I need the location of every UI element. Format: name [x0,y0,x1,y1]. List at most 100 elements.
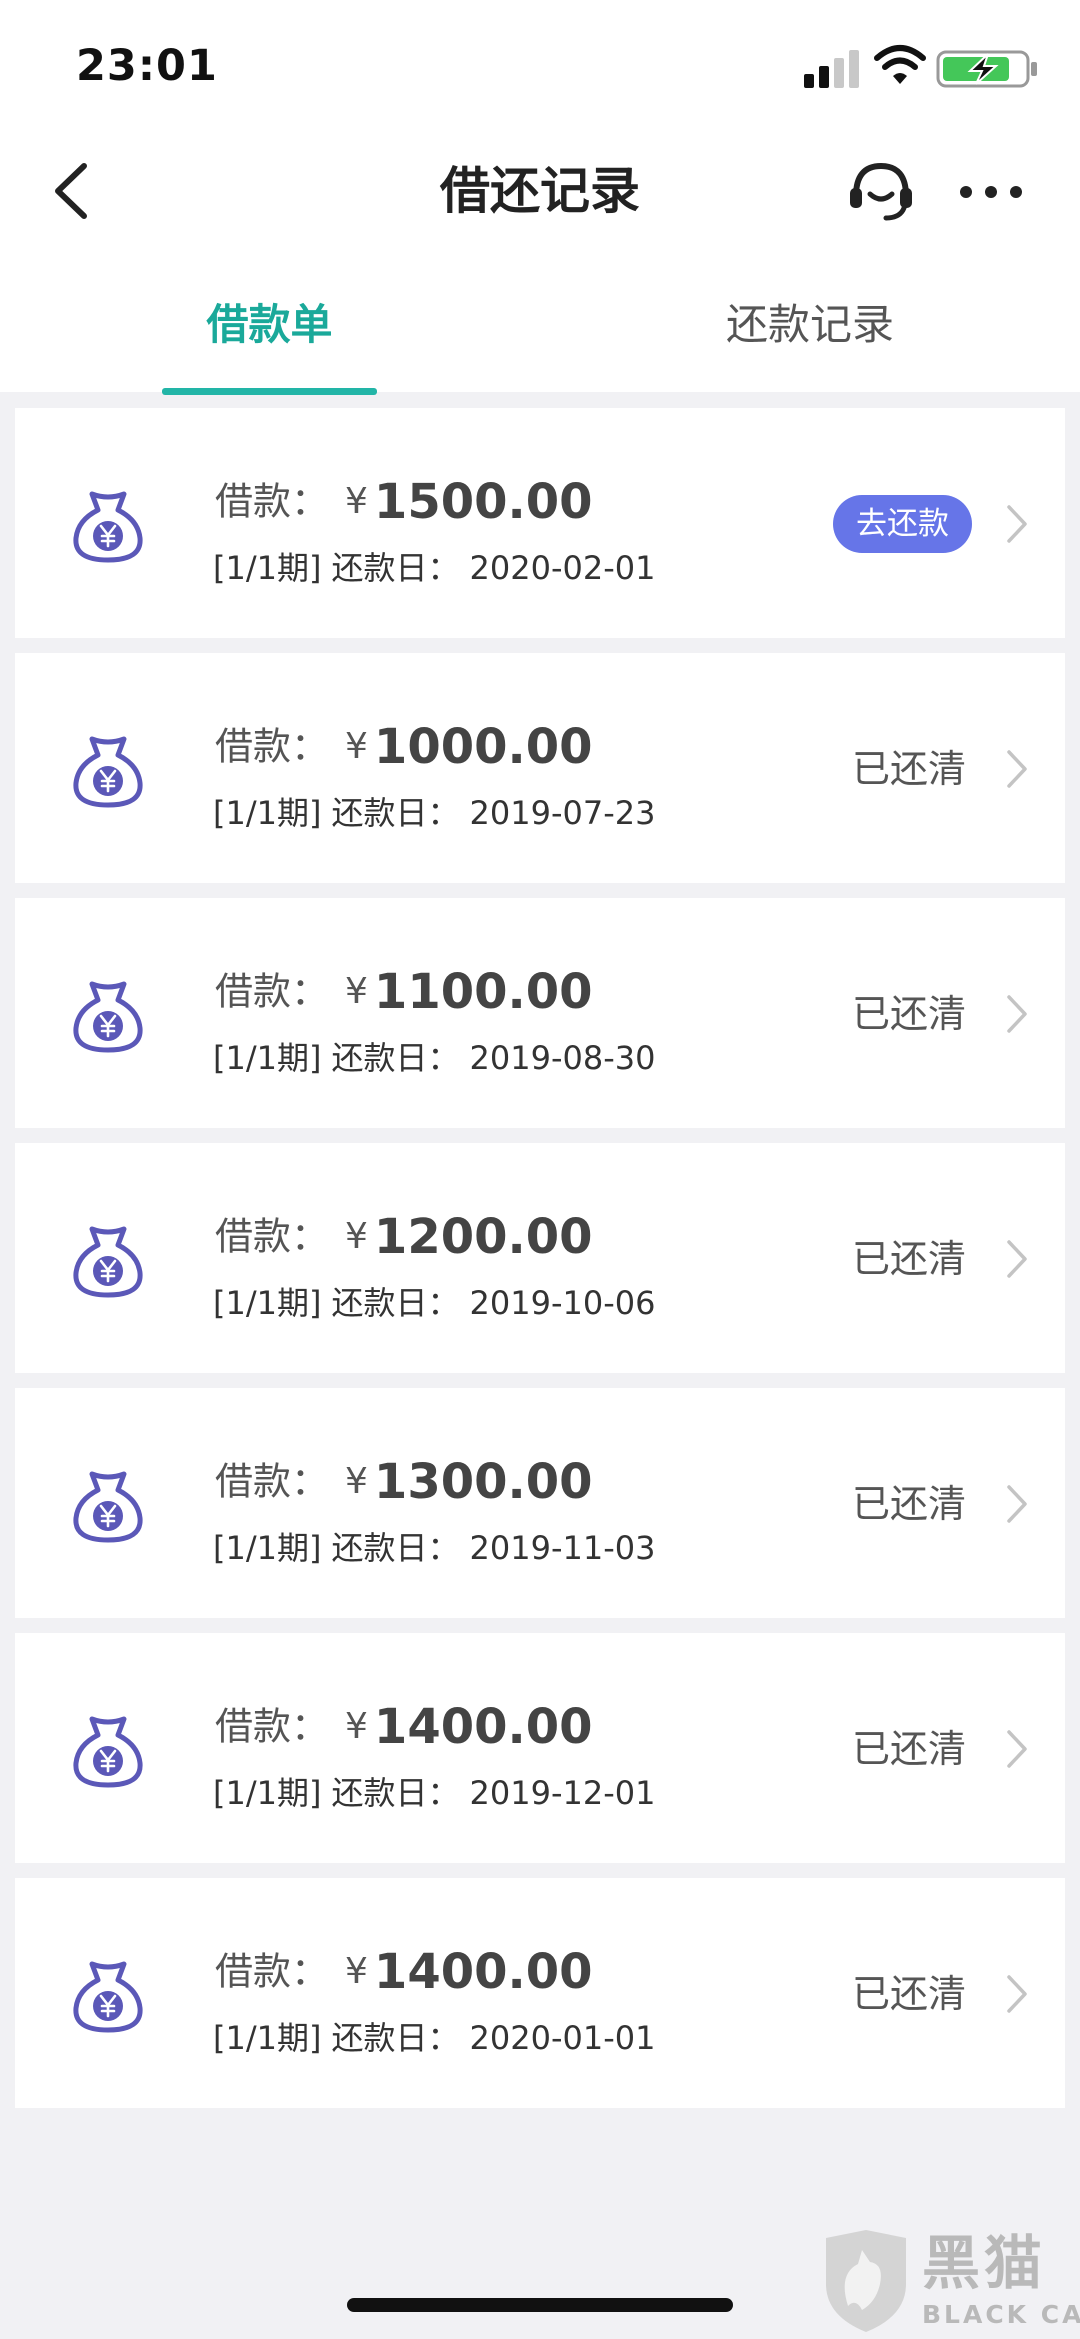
due-label: 还款日： [331,794,460,832]
black-cat-watermark: 黑猫 BLACK CAT [818,2228,1080,2339]
loan-card[interactable]: 借款： ¥1400.00 [1/1期] 还款日： 2019-12-01 已还清 [15,1633,1065,1863]
loan-amount-line: 借款： ¥1400.00 [215,1695,593,1757]
tab-loan-orders[interactable]: 借款单 [162,290,377,360]
due-date-line: [1/1期] 还款日： 2019-11-03 [213,1525,655,1571]
loan-label: 借款： [215,1704,330,1749]
wifi-icon [874,45,926,84]
loan-amount: 1100.00 [373,963,593,1020]
loan-label: 借款： [215,1214,330,1259]
money-bag-yen-icon [73,981,143,1053]
due-label: 还款日： [331,1039,460,1077]
due-label: 还款日： [331,2019,460,2057]
currency-symbol: ¥ [345,1705,368,1747]
loan-card[interactable]: 借款： ¥1400.00 [1/1期] 还款日： 2020-01-01 已还清 [15,1878,1065,2108]
due-date: 2019-08-30 [469,1039,656,1077]
money-bag-yen-icon [73,491,143,563]
currency-symbol: ¥ [345,480,368,522]
installment-term: [1/1期] [213,1039,322,1077]
chevron-right-icon [1007,1240,1027,1278]
installment-term: [1/1期] [213,1529,322,1567]
loan-card[interactable]: 借款： ¥1100.00 [1/1期] 还款日： 2019-08-30 已还清 [15,898,1065,1128]
due-date-line: [1/1期] 还款日： 2019-12-01 [213,1770,655,1816]
repaid-status: 已还清 [852,992,967,1036]
chevron-right-icon [1007,1730,1027,1768]
loan-amount: 1000.00 [373,718,593,775]
due-date-line: [1/1期] 还款日： 2019-10-06 [213,1280,655,1326]
due-date: 2020-02-01 [469,549,656,587]
chevron-right-icon [1007,1485,1027,1523]
loan-label: 借款： [215,479,330,524]
loan-amount-line: 借款： ¥1100.00 [215,960,593,1022]
loan-label: 借款： [215,969,330,1014]
home-indicator[interactable] [347,2298,733,2312]
loan-card[interactable]: 借款： ¥1200.00 [1/1期] 还款日： 2019-10-06 已还清 [15,1143,1065,1373]
loan-card[interactable]: 借款： ¥1000.00 [1/1期] 还款日： 2019-07-23 已还清 [15,653,1065,883]
loan-amount-line: 借款： ¥1500.00 [215,470,593,532]
due-date-line: [1/1期] 还款日： 2019-08-30 [213,1035,655,1081]
due-label: 还款日： [331,1774,460,1812]
currency-symbol: ¥ [345,1215,368,1257]
loan-card[interactable]: 借款： ¥1500.00 [1/1期] 还款日： 2020-02-01 去还款 [15,408,1065,638]
loan-amount: 1200.00 [373,1208,593,1265]
money-bag-yen-icon [73,1961,143,2033]
loan-label: 借款： [215,1459,330,1504]
due-date-line: [1/1期] 还款日： 2020-02-01 [213,545,655,591]
more-dots-icon[interactable] [956,172,1026,212]
loan-list: 借款： ¥1500.00 [1/1期] 还款日： 2020-02-01 去还款 借款：… [15,408,1065,2123]
due-date-line: [1/1期] 还款日： 2020-01-01 [213,2015,655,2061]
cat-shield-logo-icon [826,2230,906,2332]
installment-term: [1/1期] [213,2019,322,2057]
cellular-signal-icon [804,48,864,88]
chevron-right-icon [1007,750,1027,788]
status-time: 23:01 [76,41,218,91]
due-date: 2019-07-23 [469,794,656,832]
currency-symbol: ¥ [345,970,368,1012]
loan-label: 借款： [215,1949,330,1994]
header-area: 23:01 借还记录 借款单 还款记录 [0,0,1080,395]
due-label: 还款日： [331,549,460,587]
loan-amount: 1300.00 [373,1453,593,1510]
watermark-text-en: BLACK CAT [922,2300,1080,2329]
due-date: 2019-11-03 [469,1529,656,1567]
money-bag-yen-icon [73,1226,143,1298]
chevron-right-icon [1007,1975,1027,2013]
repaid-status: 已还清 [852,747,967,791]
repaid-status: 已还清 [852,1482,967,1526]
due-date: 2019-12-01 [469,1774,656,1812]
currency-symbol: ¥ [345,1950,368,1992]
battery-charging-icon [936,50,1037,88]
installment-term: [1/1期] [213,1284,322,1322]
tab-repayment-records[interactable]: 还款记录 [700,290,920,360]
loan-amount-line: 借款： ¥1300.00 [215,1450,593,1512]
back-button[interactable] [44,160,100,222]
due-date-line: [1/1期] 还款日： 2019-07-23 [213,790,655,836]
active-tab-indicator [162,388,377,395]
due-label: 还款日： [331,1284,460,1322]
due-label: 还款日： [331,1529,460,1567]
loan-amount: 1400.00 [373,1698,593,1755]
loan-amount: 1500.00 [373,473,593,530]
customer-service-headset-icon[interactable] [846,158,916,224]
installment-term: [1/1期] [213,1774,322,1812]
watermark-text-cn: 黑猫 [922,2229,1047,2297]
currency-symbol: ¥ [345,1460,368,1502]
repaid-status: 已还清 [852,1237,967,1281]
chevron-right-icon [1007,505,1027,543]
loan-label: 借款： [215,724,330,769]
repay-button[interactable]: 去还款 [833,495,972,553]
money-bag-yen-icon [73,1471,143,1543]
loan-card[interactable]: 借款： ¥1300.00 [1/1期] 还款日： 2019-11-03 已还清 [15,1388,1065,1618]
currency-symbol: ¥ [345,725,368,767]
money-bag-yen-icon [73,1716,143,1788]
installment-term: [1/1期] [213,549,322,587]
money-bag-yen-icon [73,736,143,808]
loan-amount: 1400.00 [373,1943,593,2000]
loan-amount-line: 借款： ¥1400.00 [215,1940,593,2002]
repaid-status: 已还清 [852,1972,967,2016]
repaid-status: 已还清 [852,1727,967,1771]
installment-term: [1/1期] [213,794,322,832]
chevron-right-icon [1007,995,1027,1033]
loan-amount-line: 借款： ¥1000.00 [215,715,593,777]
due-date: 2019-10-06 [469,1284,656,1322]
due-date: 2020-01-01 [469,2019,656,2057]
